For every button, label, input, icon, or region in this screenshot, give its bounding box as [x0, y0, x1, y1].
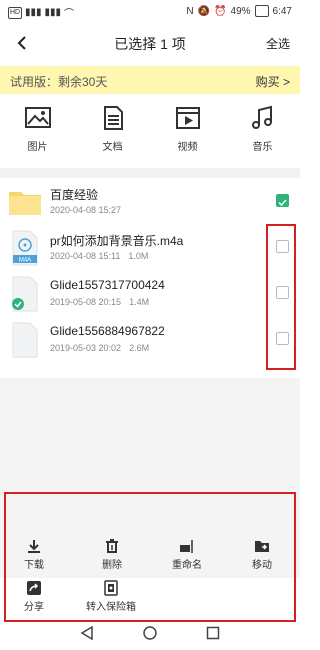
page-title: 已选择 1 项: [114, 36, 186, 52]
checkbox-checked[interactable]: [276, 194, 289, 207]
list-item[interactable]: M4A pr如何添加背景音乐.m4a 2020-04-08 15:11 1.0M: [0, 224, 300, 270]
move-label: 移动: [252, 560, 272, 571]
file-size: 1.0M: [128, 251, 149, 261]
check-icon: [278, 199, 287, 207]
file-done-icon: [12, 276, 38, 312]
file-name: Glide1556884967822: [50, 324, 165, 338]
list-item[interactable]: Glide1557317700424 2019-05-08 20:15 1.4M: [0, 270, 300, 316]
alarm-icon: ⏰: [214, 5, 227, 17]
category-label: 音乐: [252, 142, 273, 153]
download-button[interactable]: 下载: [24, 538, 44, 571]
vault-label: 转入保险箱: [86, 602, 136, 613]
file-meta: 2020-04-08 15:27: [50, 205, 129, 215]
signal2-icon: ▮▮▮: [44, 7, 62, 18]
document-icon: [103, 106, 123, 130]
file-list: 百度经验 2020-04-08 15:27 M4A pr如何添加背景音乐.m4a…: [0, 178, 300, 362]
share-label: 分享: [24, 602, 44, 613]
action-bar: 下载 删除 重命名 移动 分享 转入保险箱: [8, 528, 292, 618]
file-date: 2019-05-08 20:15: [50, 297, 122, 307]
rename-label: 重命名: [172, 560, 202, 571]
file-meta: 2020-04-08 15:11 1.0M: [50, 251, 156, 261]
status-bar: HD ▮▮▮ ▮▮▮ ⌒ N 🔕 ⏰ 49% 6:47: [0, 0, 300, 22]
status-right: N 🔕 ⏰ 49% 6:47: [186, 5, 292, 17]
music-icon: [251, 105, 272, 129]
category-label: 视频: [177, 142, 198, 153]
trial-banner: 试用版：剩余30天 购买 >: [0, 66, 300, 94]
buy-button[interactable]: 购买 >: [256, 73, 290, 90]
title-bar: 已选择 1 项 全选: [0, 22, 300, 66]
rename-button[interactable]: 重命名: [172, 538, 202, 571]
file-date: 2020-04-08 15:27: [50, 205, 122, 215]
category-videos[interactable]: 视频: [150, 104, 225, 164]
trial-text: 试用版：剩余30天: [10, 75, 108, 89]
move-folder-icon: [255, 541, 269, 552]
system-nav-bar: [0, 618, 300, 650]
select-all-button[interactable]: 全选: [266, 35, 290, 52]
audio-file-icon: M4A: [12, 230, 38, 266]
delete-button[interactable]: 删除: [102, 538, 122, 571]
download-icon: [28, 540, 40, 553]
file-date: 2019-05-03 20:02: [50, 343, 122, 353]
battery-percent: 49%: [230, 5, 251, 17]
category-label: 文档: [102, 142, 123, 153]
vault-icon: [104, 580, 118, 596]
hd-icon: HD: [8, 6, 22, 19]
download-label: 下载: [24, 560, 44, 571]
wifi-icon: ⌒: [64, 9, 75, 20]
move-button[interactable]: 移动: [252, 538, 272, 571]
category-images[interactable]: 图片: [0, 104, 75, 164]
section-divider: [0, 168, 300, 178]
delete-label: 删除: [102, 560, 122, 571]
status-left: HD ▮▮▮ ▮▮▮ ⌒: [8, 5, 74, 20]
trash-icon: [106, 539, 118, 553]
file-name: Glide1557317700424: [50, 278, 165, 292]
nav-home-icon[interactable]: [143, 626, 157, 640]
highlight-box-checkboxes: [266, 224, 296, 370]
category-bar: 图片 文档 视频 音乐: [0, 104, 300, 164]
video-icon: [175, 107, 200, 129]
clock: 6:47: [272, 5, 292, 17]
file-date: 2020-04-08 15:11: [50, 251, 121, 261]
signal-icon: ▮▮▮: [25, 7, 42, 18]
nfc-icon: N: [186, 5, 194, 17]
file-size: 1.4M: [129, 297, 150, 307]
share-button[interactable]: 分享: [24, 580, 44, 613]
list-item[interactable]: Glide1556884967822 2019-05-03 20:02 2.6M: [0, 316, 300, 362]
file-icon: [12, 322, 38, 358]
file-meta: 2019-05-08 20:15 1.4M: [50, 297, 157, 307]
list-item[interactable]: 百度经验 2020-04-08 15:27: [0, 178, 300, 224]
category-documents[interactable]: 文档: [75, 104, 150, 164]
rename-icon: [180, 540, 193, 553]
file-badge: M4A: [19, 258, 31, 264]
battery-icon: [254, 5, 269, 17]
image-icon: [24, 107, 51, 128]
file-size: 2.6M: [129, 343, 150, 353]
category-music[interactable]: 音乐: [225, 104, 300, 164]
nav-recents-icon[interactable]: [206, 626, 220, 640]
category-label: 图片: [27, 142, 48, 153]
file-name: 百度经验: [50, 188, 99, 202]
folder-icon: [9, 192, 41, 215]
nav-back-icon[interactable]: [80, 626, 94, 640]
share-icon: [27, 581, 41, 595]
mute-icon: 🔕: [197, 5, 211, 17]
file-meta: 2019-05-03 20:02 2.6M: [50, 343, 157, 353]
file-name: pr如何添加背景音乐.m4a: [50, 234, 184, 248]
move-to-vault-button[interactable]: 转入保险箱: [86, 580, 136, 613]
